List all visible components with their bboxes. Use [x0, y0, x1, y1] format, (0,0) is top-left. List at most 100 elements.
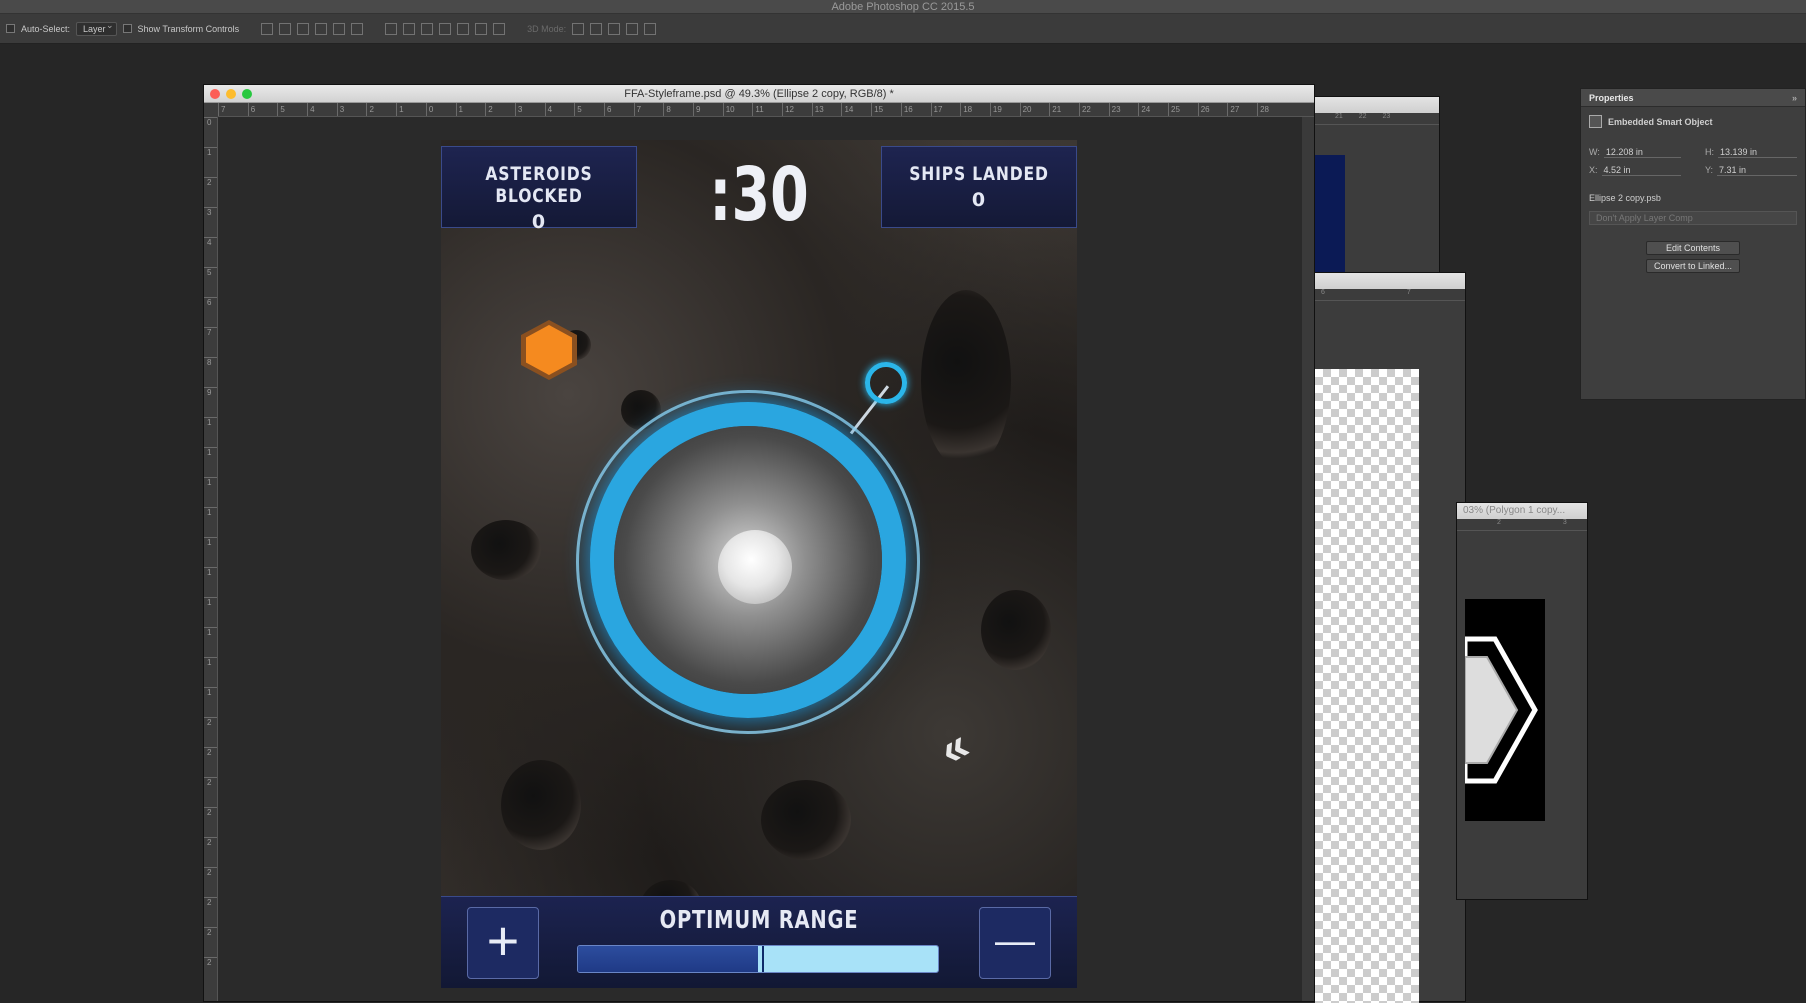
height-field[interactable]: 13.139 in — [1718, 147, 1797, 158]
ruler-tick-label: 7 — [633, 103, 664, 116]
close-window-icon[interactable] — [210, 89, 220, 99]
bg-window-2-titlebar[interactable] — [1301, 273, 1465, 289]
bg-window-3-titlebar[interactable]: 03% (Polygon 1 copy... — [1457, 503, 1587, 519]
align-top-icon[interactable] — [261, 22, 274, 35]
ruler-tick-label: 2 — [204, 747, 217, 777]
bg-window-3-ruler: 2 3 — [1457, 519, 1587, 531]
ruler-tick-label: 6 — [603, 103, 634, 116]
show-transform-checkbox[interactable] — [122, 24, 132, 33]
game-artwork-canvas[interactable]: ASTEROIDS BLOCKED 0 :30 SHIPS LANDED 0 «… — [441, 140, 1077, 988]
smart-object-filename: Ellipse 2 copy.psb — [1589, 193, 1661, 203]
distribute-left-icon[interactable] — [439, 22, 452, 35]
zoom-window-icon[interactable] — [242, 89, 252, 99]
ruler-tick-label: 0 — [204, 117, 217, 147]
ruler-tick-label: 3 — [336, 103, 367, 116]
ruler-tick-label: 2 — [204, 927, 217, 957]
vertical-scrollbar[interactable] — [1302, 117, 1314, 1001]
ruler-label: 2 — [1497, 519, 1501, 526]
ruler-label: 21 — [1335, 113, 1343, 120]
document-titlebar[interactable]: FFA-Styleframe.psd @ 49.3% (Ellipse 2 co… — [204, 85, 1314, 103]
distribute-right-icon[interactable] — [475, 22, 488, 35]
ruler-origin[interactable] — [204, 103, 218, 117]
ruler-tick-label: 24 — [1138, 103, 1168, 116]
ruler-tick-label: 7 — [218, 103, 248, 116]
ruler-tick-label: 5 — [204, 267, 217, 297]
width-field[interactable]: 12.208 in — [1603, 147, 1681, 158]
ruler-tick-label: 19 — [989, 103, 1020, 116]
3d-slide-icon[interactable] — [626, 22, 639, 35]
width-label: W: — [1589, 147, 1600, 157]
bg-window-1[interactable]: 21 22 23 — [1300, 96, 1440, 276]
minus-button[interactable]: — — [979, 907, 1051, 979]
bg-window-3[interactable]: 03% (Polygon 1 copy... 2 3 — [1456, 502, 1588, 900]
bg-window-1-titlebar[interactable] — [1301, 97, 1439, 113]
x-label: X: — [1589, 165, 1598, 175]
minimize-window-icon[interactable] — [226, 89, 236, 99]
ruler-tick-label: 1 — [204, 627, 217, 657]
range-slider-marker[interactable] — [762, 946, 764, 972]
ruler-tick-label: 6 — [247, 103, 278, 116]
ruler-tick-label: 2 — [204, 717, 217, 747]
ruler-tick-label: 0 — [425, 103, 456, 116]
ruler-tick-label: 11 — [752, 103, 782, 116]
ruler-tick-label: 5 — [277, 103, 307, 116]
bg-window-2-transparent-canvas — [1315, 369, 1419, 1003]
3d-scale-icon[interactable] — [644, 22, 657, 35]
ruler-tick-label: 1 — [204, 537, 217, 567]
3d-roll-icon[interactable] — [590, 22, 603, 35]
y-field[interactable]: 7.31 in — [1717, 165, 1797, 176]
align-hcenter-icon[interactable] — [333, 22, 346, 35]
vertical-ruler[interactable]: 01234567891111111111222222222 — [204, 117, 218, 1001]
align-bottom-icon[interactable] — [297, 22, 310, 35]
properties-header: Properties » — [1581, 89, 1805, 107]
ruler-tick-label: 1 — [396, 103, 426, 116]
align-left-icon[interactable] — [315, 22, 328, 35]
ruler-tick-label: 16 — [900, 103, 931, 116]
x-field[interactable]: 4.52 in — [1601, 165, 1681, 176]
ruler-label: 23 — [1382, 113, 1391, 120]
ships-landed-label: SHIPS LANDED — [909, 163, 1049, 185]
3d-drag-icon[interactable] — [608, 22, 621, 35]
ships-landed-panel: SHIPS LANDED 0 — [881, 146, 1077, 228]
ruler-tick-label: 27 — [1227, 103, 1257, 116]
ruler-tick-label: 2 — [366, 103, 396, 116]
layer-comp-select[interactable]: Don't Apply Layer Comp — [1589, 211, 1797, 225]
ruler-tick-label: 21 — [1049, 103, 1079, 116]
auto-select-checkbox[interactable] — [6, 24, 15, 33]
ruler-tick-label: 2 — [204, 807, 217, 837]
bg-window-2[interactable]: 6 7 — [1300, 272, 1466, 1003]
3d-rotate-icon[interactable] — [572, 22, 585, 35]
distribute-top-icon[interactable] — [385, 22, 398, 35]
distribute-bottom-icon[interactable] — [421, 22, 434, 35]
convert-to-linked-button[interactable]: Convert to Linked... — [1646, 259, 1740, 273]
properties-panel: Properties » Embedded Smart Object W: 12.… — [1580, 88, 1806, 400]
align-vcenter-icon[interactable] — [279, 22, 292, 35]
ruler-tick-label: 8 — [204, 357, 217, 387]
ruler-tick-label: 15 — [871, 103, 901, 116]
distribute-vcenter-icon[interactable] — [403, 22, 416, 35]
ruler-tick-label: 9 — [693, 103, 723, 116]
ruler-tick-label: 1 — [204, 507, 217, 537]
smart-object-type-label: Embedded Smart Object — [1608, 116, 1713, 127]
options-bar: Auto-Select: Layer Show Transform Contro… — [0, 14, 1806, 44]
bg-window-1-canvas — [1315, 155, 1345, 275]
ruler-tick-label: 1 — [204, 147, 217, 177]
range-slider-fill — [578, 946, 758, 972]
smart-object-icon — [1589, 115, 1602, 128]
horizontal-ruler[interactable]: 7 6 5 4 3 2 1 0 1 2 3 4 5 6 7 8 9 10 11 12 13 14 15 16 17 18 19 20 2… — [218, 103, 1314, 117]
auto-select-dropdown[interactable]: Layer — [76, 20, 117, 36]
range-slider[interactable] — [577, 945, 939, 973]
ruler-tick-label: 8 — [663, 103, 693, 116]
ruler-tick-label: 1 — [455, 103, 486, 116]
ruler-label: 6 — [1321, 289, 1325, 296]
distribute-hcenter-icon[interactable] — [457, 22, 470, 35]
ruler-tick-label: 1 — [204, 657, 217, 687]
app-titlebar: Adobe Photoshop CC 2015.5 — [0, 0, 1806, 14]
properties-title: Properties — [1589, 93, 1634, 103]
planet-core — [718, 530, 792, 604]
align-right-icon[interactable] — [351, 22, 364, 35]
ruler-tick-label: 1 — [204, 447, 217, 477]
edit-contents-button[interactable]: Edit Contents — [1646, 241, 1740, 255]
collapse-panel-icon[interactable]: » — [1792, 89, 1797, 107]
auto-align-icon[interactable] — [493, 22, 506, 35]
